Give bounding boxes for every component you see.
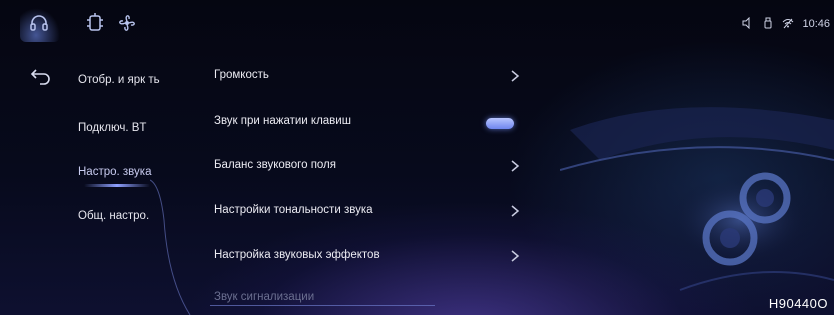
setting-label: Настройки тональности звука [214,204,373,216]
key-sound-toggle[interactable] [486,118,514,129]
speaker-icon [742,16,754,32]
sidebar-item-sound[interactable]: Настро. звука [78,166,151,178]
clock-time: 10:46 [802,18,830,30]
chevron-right-icon [510,159,522,173]
setting-row-key-sound[interactable]: Звук при нажатии клавиш [214,108,534,138]
setting-label: Звук при нажатии клавиш [214,115,351,127]
car-graphic [560,107,834,291]
figure-code: H90440O [768,296,828,311]
back-arrow-icon [30,69,50,85]
sidebar-item-display[interactable]: Отобр. и ярк ть [78,74,160,86]
top-bar: 10:46 [0,0,834,46]
active-indicator [84,184,150,187]
usb-icon [762,17,774,32]
chevron-right-icon [510,69,522,83]
setting-row-volume[interactable]: Громкость [214,62,534,92]
screen: 10:46 Отобр. и ярк ть Подключ. BT Настро… [0,0,834,315]
setting-label: Настройка звуковых эффектов [214,249,380,261]
status-area: 10:46 [742,16,830,32]
headphones-icon[interactable] [28,12,50,34]
setting-row-effects[interactable]: Настройка звуковых эффектов [214,242,534,272]
setting-label: Громкость [214,69,269,81]
sidebar-item-bluetooth[interactable]: Подключ. BT [78,122,146,134]
setting-row-alarm[interactable]: Звук сигнализации [214,284,534,314]
gearbox-icon[interactable] [84,12,106,34]
setting-label: Баланс звукового поля [214,159,336,171]
chevron-right-icon [510,204,522,218]
sidebar-item-general[interactable]: Общ. настро. [78,210,149,222]
chevron-right-icon [510,249,522,263]
list-fade-divider [210,305,435,306]
setting-row-tone[interactable]: Настройки тональности звука [214,197,534,227]
fan-icon[interactable] [116,12,138,34]
setting-label: Звук сигнализации [214,291,315,303]
setting-row-balance[interactable]: Баланс звукового поля [214,152,534,182]
back-button[interactable] [30,66,52,86]
wifi-off-icon [782,17,794,32]
